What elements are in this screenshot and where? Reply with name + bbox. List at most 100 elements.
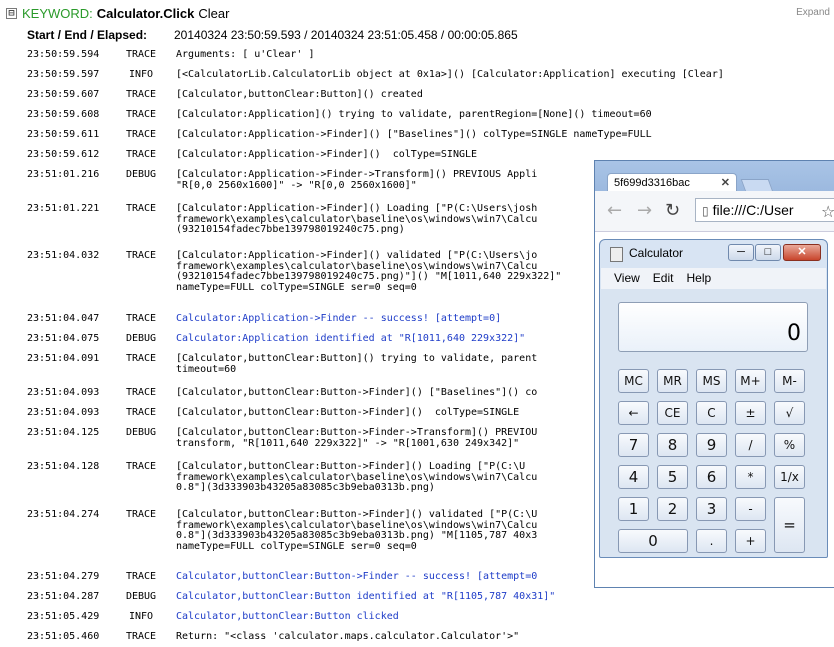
key-sqrt-button[interactable]: √ — [774, 401, 805, 425]
log-message: [<CalculatorLib.CalculatorLib object at … — [176, 69, 724, 80]
log-level: TRACE — [125, 571, 157, 582]
key-m-minus-button[interactable]: M- — [774, 369, 805, 393]
key-divide-button[interactable]: / — [735, 433, 766, 457]
maximize-button[interactable]: □ — [755, 244, 781, 261]
log-timestamp: 23:51:04.125 — [27, 427, 100, 438]
key-m-plus-button[interactable]: M+ — [735, 369, 766, 393]
key-1-button[interactable]: 1 — [618, 497, 649, 521]
address-bar[interactable]: ▯ file:///C:/User — [695, 198, 834, 222]
tab-close-icon[interactable]: ✕ — [721, 174, 730, 191]
log-level: INFO — [128, 611, 154, 622]
key-5-button[interactable]: 5 — [657, 465, 688, 489]
key-8-button[interactable]: 8 — [657, 433, 688, 457]
keyword-name: Calculator.Click — [96, 5, 195, 21]
times-value: 20140324 23:50:59.593 / 20140324 23:51:0… — [174, 28, 518, 42]
log-level: TRACE — [125, 109, 157, 120]
key-plus-button[interactable]: + — [735, 529, 766, 553]
log-message: Return: "<class 'calculator.maps.calcula… — [176, 631, 520, 642]
key-percent-button[interactable]: % — [774, 433, 805, 457]
key-decimal-button[interactable]: . — [696, 529, 727, 553]
log-timestamp: 23:50:59.597 — [27, 69, 100, 80]
calculator-display: 0 — [618, 302, 808, 352]
log-timestamp: 23:51:04.093 — [27, 407, 100, 418]
calculator-app-icon — [610, 247, 623, 262]
calculator-titlebar: Calculator ─ □ ✕ — [600, 240, 827, 266]
key-minus-button[interactable]: - — [735, 497, 766, 521]
log-timestamp: 23:50:59.612 — [27, 149, 100, 160]
log-timestamp: 23:51:04.091 — [27, 353, 100, 364]
log-timestamp: 23:50:59.608 — [27, 109, 100, 120]
log-timestamp: 23:51:01.216 — [27, 169, 100, 180]
menu-view[interactable]: View — [614, 271, 640, 285]
log-level: DEBUG — [125, 333, 157, 344]
key-plus-minus-button[interactable]: ± — [735, 401, 766, 425]
calculator-title: Calculator — [629, 246, 684, 260]
log-level: TRACE — [125, 313, 157, 324]
calculator-menubar: View Edit Help — [601, 268, 826, 289]
key-backspace-button[interactable]: ← — [618, 401, 649, 425]
key-ms-button[interactable]: MS — [696, 369, 727, 393]
log-message: [Calculator:Application->Finder]() colTy… — [176, 149, 478, 160]
log-timestamp: 23:51:04.032 — [27, 250, 100, 261]
page-icon: ▯ — [702, 204, 709, 218]
expand-link[interactable]: Expand — [796, 7, 830, 18]
key-ce-button[interactable]: CE — [657, 401, 688, 425]
log-timestamp: 23:50:59.611 — [27, 129, 100, 140]
log-level: TRACE — [125, 509, 157, 520]
reload-icon[interactable]: ↻ — [665, 200, 680, 221]
browser-tabstrip: 5f699d3316bac ✕ — [595, 161, 834, 192]
key-6-button[interactable]: 6 — [696, 465, 727, 489]
bookmark-star-icon[interactable]: ☆ — [821, 202, 834, 221]
key-reciprocal-button[interactable]: 1/x — [774, 465, 805, 489]
collapse-toggle-icon[interactable]: ⊟ — [6, 7, 17, 19]
log-message: Calculator,buttonClear:Button clicked — [176, 611, 399, 622]
log-level: TRACE — [125, 387, 157, 398]
log-level: INFO — [128, 69, 154, 80]
back-icon[interactable]: ← — [607, 200, 622, 221]
log-level: TRACE — [125, 461, 157, 472]
key-7-button[interactable]: 7 — [618, 433, 649, 457]
key-multiply-button[interactable]: * — [735, 465, 766, 489]
log-message: Arguments: [ u'Clear' ] — [176, 49, 315, 60]
key-4-button[interactable]: 4 — [618, 465, 649, 489]
log-level: TRACE — [125, 250, 157, 261]
key-c-button[interactable]: C — [696, 401, 727, 425]
log-level: DEBUG — [125, 427, 157, 438]
log-timestamp: 23:50:59.594 — [27, 49, 100, 60]
key-mr-button[interactable]: MR — [657, 369, 688, 393]
menu-help[interactable]: Help — [686, 271, 711, 285]
key-3-button[interactable]: 3 — [696, 497, 727, 521]
keyword-argument: Clear — [198, 5, 230, 21]
log-level: DEBUG — [125, 169, 157, 180]
log-level: TRACE — [125, 407, 157, 418]
log-timestamp: 23:51:05.460 — [27, 631, 100, 642]
log-message: Calculator,buttonClear:Button identified… — [176, 591, 556, 602]
key-9-button[interactable]: 9 — [696, 433, 727, 457]
key-equals-button[interactable]: = — [774, 497, 805, 553]
log-level: TRACE — [125, 49, 157, 60]
log-level: TRACE — [125, 203, 157, 214]
key-mc-button[interactable]: MC — [618, 369, 649, 393]
log-timestamp: 23:51:04.093 — [27, 387, 100, 398]
minimize-button[interactable]: ─ — [728, 244, 754, 261]
calculator-window[interactable]: Calculator ─ □ ✕ View Edit Help 0 MC MR MS M+… — [599, 239, 828, 558]
display-value: 0 — [787, 321, 801, 346]
log-level: TRACE — [125, 149, 157, 160]
key-2-button[interactable]: 2 — [657, 497, 688, 521]
menu-edit[interactable]: Edit — [653, 271, 674, 285]
keyword-header: ⊟ KEYWORD: Calculator.Click Clear — [6, 4, 229, 22]
calculator-body: 0 MC MR MS M+ M- ← CE C ± √ 7 8 9 /% 4 5 6 * 1/x 1 2 3- = 0. + — [601, 289, 826, 556]
address-text: file:///C:/User — [712, 202, 794, 218]
forward-icon[interactable]: → — [637, 200, 652, 221]
log-timestamp: 23:51:04.287 — [27, 591, 100, 602]
browser-tab[interactable]: 5f699d3316bac ✕ — [607, 173, 737, 191]
log-timestamp: 23:51:05.429 — [27, 611, 100, 622]
key-0-button[interactable]: 0 — [618, 529, 688, 553]
log-message: [Calculator,buttonClear:Button]() create… — [176, 89, 423, 100]
log-timestamp: 23:51:04.274 — [27, 509, 100, 520]
log-timestamp: 23:51:04.279 — [27, 571, 100, 582]
log-timestamp: 23:51:04.075 — [27, 333, 100, 344]
log-level: TRACE — [125, 631, 157, 642]
close-button[interactable]: ✕ — [783, 244, 821, 261]
browser-tab-title: 5f699d3316bac — [614, 177, 690, 189]
